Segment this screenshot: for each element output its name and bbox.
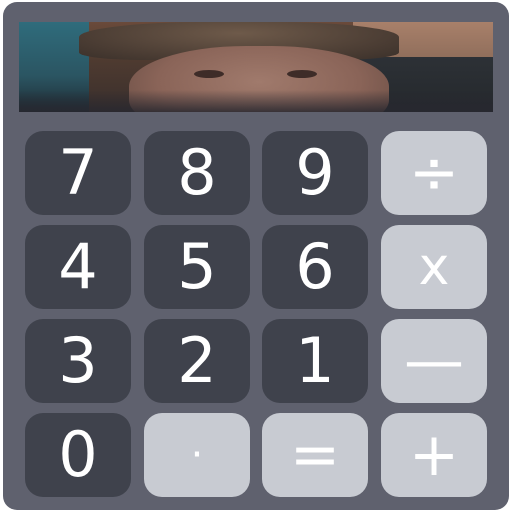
- divide-button[interactable]: ÷: [381, 131, 487, 215]
- key-0[interactable]: 0: [25, 413, 131, 497]
- multiply-icon: x: [418, 237, 450, 297]
- add-button[interactable]: +: [381, 413, 487, 497]
- multiply-button[interactable]: x: [381, 225, 487, 309]
- minus-icon: —: [404, 326, 464, 396]
- display-photo-shadow-bottom: [19, 90, 493, 112]
- key-0-label: 0: [58, 418, 98, 491]
- plus-icon: +: [408, 420, 460, 490]
- equals-button[interactable]: =: [262, 413, 368, 497]
- key-4-label: 4: [58, 230, 98, 303]
- key-8-label: 8: [177, 136, 217, 209]
- key-8[interactable]: 8: [144, 131, 250, 215]
- key-7[interactable]: 7: [25, 131, 131, 215]
- key-3[interactable]: 3: [25, 319, 131, 403]
- key-3-label: 3: [58, 324, 98, 397]
- calculator-body: 7 8 9 ÷ 4 5 6 x 3 2 1 — 0 · = +: [3, 2, 509, 510]
- key-5[interactable]: 5: [144, 225, 250, 309]
- equals-icon: =: [289, 420, 341, 490]
- divide-icon: ÷: [408, 138, 460, 208]
- key-6[interactable]: 6: [262, 225, 368, 309]
- decimal-icon: ·: [190, 432, 204, 478]
- decimal-button[interactable]: ·: [144, 413, 250, 497]
- display-photo-eye-left: [194, 70, 224, 78]
- key-1-label: 1: [295, 324, 335, 397]
- key-5-label: 5: [177, 230, 217, 303]
- key-9[interactable]: 9: [262, 131, 368, 215]
- display-screen: [19, 22, 493, 112]
- key-7-label: 7: [58, 136, 98, 209]
- key-9-label: 9: [295, 136, 335, 209]
- key-4[interactable]: 4: [25, 225, 131, 309]
- key-2-label: 2: [177, 324, 217, 397]
- display-photo-eye-right: [287, 70, 317, 78]
- key-6-label: 6: [295, 230, 335, 303]
- key-2[interactable]: 2: [144, 319, 250, 403]
- key-1[interactable]: 1: [262, 319, 368, 403]
- subtract-button[interactable]: —: [381, 319, 487, 403]
